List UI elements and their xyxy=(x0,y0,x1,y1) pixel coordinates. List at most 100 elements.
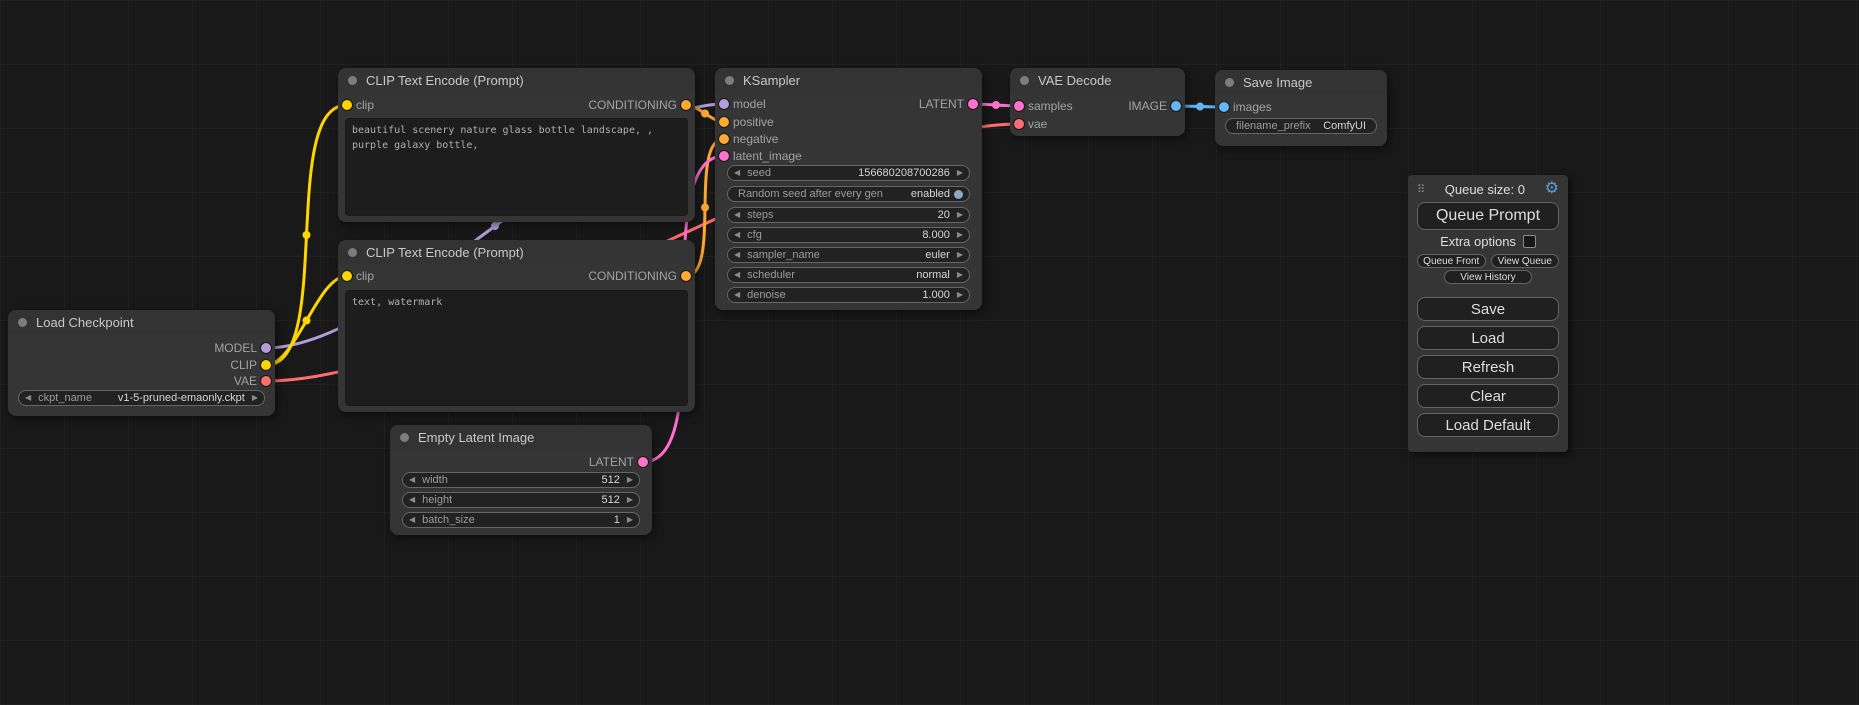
node-load-checkpoint[interactable]: Load Checkpoint MODEL CLIP VAE ◀ ckpt_na… xyxy=(8,310,275,416)
settings-gear-icon[interactable]: ⚙ xyxy=(1545,181,1559,197)
widget-denoise[interactable]: ◀ denoise 1.000 ▶ xyxy=(727,287,970,303)
increment-arrow-icon[interactable]: ▶ xyxy=(957,271,963,279)
input-label-vae: vae xyxy=(1028,117,1047,131)
widget-cfg[interactable]: ◀ cfg 8.000 ▶ xyxy=(727,227,970,243)
toggle-dot[interactable] xyxy=(954,190,963,199)
collapse-dot-icon[interactable] xyxy=(400,433,409,442)
collapse-dot-icon[interactable] xyxy=(348,248,357,257)
collapse-dot-icon[interactable] xyxy=(1225,78,1234,87)
decrement-arrow-icon[interactable]: ◀ xyxy=(409,476,415,484)
increment-arrow-icon[interactable]: ▶ xyxy=(957,231,963,239)
input-port-negative[interactable] xyxy=(719,134,729,144)
node-clip-text-encode-negative[interactable]: CLIP Text Encode (Prompt) clip CONDITION… xyxy=(338,240,695,412)
prompt-textarea[interactable]: text, watermark xyxy=(345,290,688,406)
node-vae-decode[interactable]: VAE Decode samples IMAGE vae xyxy=(1010,68,1185,136)
widget-filename-prefix[interactable]: filename_prefix ComfyUI xyxy=(1225,118,1377,134)
increment-arrow-icon[interactable]: ▶ xyxy=(252,394,258,402)
decrement-arrow-icon[interactable]: ◀ xyxy=(734,211,740,219)
widget-value: 20 xyxy=(938,209,950,221)
collapse-dot-icon[interactable] xyxy=(18,318,27,327)
increment-arrow-icon[interactable]: ▶ xyxy=(627,496,633,504)
extra-options-checkbox[interactable] xyxy=(1523,235,1536,248)
widget-seed[interactable]: ◀ seed 156680208700286 ▶ xyxy=(727,165,970,181)
widget-batch-size[interactable]: ◀ batch_size 1 ▶ xyxy=(402,512,640,528)
node-ksampler[interactable]: KSampler model LATENT positive negative … xyxy=(715,68,982,310)
widget-label: Random seed after every gen xyxy=(738,188,883,200)
decrement-arrow-icon[interactable]: ◀ xyxy=(409,516,415,524)
increment-arrow-icon[interactable]: ▶ xyxy=(627,516,633,524)
save-button[interactable]: Save xyxy=(1417,297,1559,321)
collapse-dot-icon[interactable] xyxy=(725,76,734,85)
output-port-image[interactable] xyxy=(1171,101,1181,111)
collapse-dot-icon[interactable] xyxy=(348,76,357,85)
decrement-arrow-icon[interactable]: ◀ xyxy=(25,394,31,402)
input-slot-latent-image: latent_image xyxy=(715,148,982,164)
decrement-arrow-icon[interactable]: ◀ xyxy=(409,496,415,504)
node-save-image[interactable]: Save Image images filename_prefix ComfyU… xyxy=(1215,70,1387,146)
queue-prompt-button[interactable]: Queue Prompt xyxy=(1417,202,1559,230)
node-header[interactable]: VAE Decode xyxy=(1010,68,1185,92)
widget-sampler-name[interactable]: ◀ sampler_name euler ▶ xyxy=(727,247,970,263)
widget-label: height xyxy=(422,494,452,506)
increment-arrow-icon[interactable]: ▶ xyxy=(957,169,963,177)
input-port-positive[interactable] xyxy=(719,117,729,127)
view-history-button[interactable]: View History xyxy=(1444,270,1532,284)
output-port-conditioning[interactable] xyxy=(681,271,691,281)
widget-value: 8.000 xyxy=(922,229,950,241)
decrement-arrow-icon[interactable]: ◀ xyxy=(734,231,740,239)
drag-handle-icon[interactable]: ⠿ xyxy=(1417,183,1425,196)
load-default-button[interactable]: Load Default xyxy=(1417,413,1559,437)
node-header[interactable]: CLIP Text Encode (Prompt) xyxy=(338,68,695,92)
decrement-arrow-icon[interactable]: ◀ xyxy=(734,291,740,299)
wire-midpoint-dot xyxy=(701,110,709,118)
widget-scheduler[interactable]: ◀ scheduler normal ▶ xyxy=(727,267,970,283)
node-clip-text-encode-positive[interactable]: CLIP Text Encode (Prompt) clip CONDITION… xyxy=(338,68,695,222)
queue-front-button[interactable]: Queue Front xyxy=(1417,254,1486,268)
node-header[interactable]: CLIP Text Encode (Prompt) xyxy=(338,240,695,264)
output-port-vae[interactable] xyxy=(261,376,271,386)
widget-random-seed-toggle[interactable]: Random seed after every gen enabled xyxy=(727,186,970,202)
widget-height[interactable]: ◀ height 512 ▶ xyxy=(402,492,640,508)
comfy-menu-panel[interactable]: ⠿ Queue size: 0 ⚙ Queue Prompt Extra opt… xyxy=(1408,175,1568,452)
widget-value: euler xyxy=(925,249,949,261)
widget-steps[interactable]: ◀ steps 20 ▶ xyxy=(727,207,970,223)
node-graph-canvas[interactable]: Load Checkpoint MODEL CLIP VAE ◀ ckpt_na… xyxy=(0,0,1859,705)
output-slot-conditioning: CONDITIONING xyxy=(338,97,695,113)
decrement-arrow-icon[interactable]: ◀ xyxy=(734,169,740,177)
input-port-latent-image[interactable] xyxy=(719,151,729,161)
increment-arrow-icon[interactable]: ▶ xyxy=(627,476,633,484)
refresh-button[interactable]: Refresh xyxy=(1417,355,1559,379)
output-slot-conditioning: CONDITIONING xyxy=(338,268,695,284)
node-header[interactable]: Empty Latent Image xyxy=(390,425,652,449)
view-queue-button[interactable]: View Queue xyxy=(1491,254,1560,268)
input-port-images[interactable] xyxy=(1219,102,1229,112)
output-port-model[interactable] xyxy=(261,343,271,353)
widget-ckpt-name[interactable]: ◀ ckpt_name v1-5-pruned-emaonly.ckpt ▶ xyxy=(18,390,265,406)
prompt-textarea[interactable]: beautiful scenery nature glass bottle la… xyxy=(345,118,688,216)
increment-arrow-icon[interactable]: ▶ xyxy=(957,211,963,219)
increment-arrow-icon[interactable]: ▶ xyxy=(957,251,963,259)
node-header[interactable]: Save Image xyxy=(1215,70,1387,94)
decrement-arrow-icon[interactable]: ◀ xyxy=(734,251,740,259)
node-title: CLIP Text Encode (Prompt) xyxy=(366,73,524,88)
load-button[interactable]: Load xyxy=(1417,326,1559,350)
output-port-conditioning[interactable] xyxy=(681,100,691,110)
queue-actions-row: Queue Front View Queue xyxy=(1417,254,1559,268)
node-header[interactable]: KSampler xyxy=(715,68,982,92)
widget-value: v1-5-pruned-emaonly.ckpt xyxy=(118,392,245,404)
output-port-latent[interactable] xyxy=(968,99,978,109)
widget-width[interactable]: ◀ width 512 ▶ xyxy=(402,472,640,488)
decrement-arrow-icon[interactable]: ◀ xyxy=(734,271,740,279)
node-header[interactable]: Load Checkpoint xyxy=(8,310,275,334)
node-empty-latent-image[interactable]: Empty Latent Image LATENT ◀ width 512 ▶ … xyxy=(390,425,652,535)
node-title: CLIP Text Encode (Prompt) xyxy=(366,245,524,260)
increment-arrow-icon[interactable]: ▶ xyxy=(957,291,963,299)
clear-button[interactable]: Clear xyxy=(1417,384,1559,408)
input-slot-images: images xyxy=(1215,99,1387,115)
output-port-latent[interactable] xyxy=(638,457,648,467)
widget-label: ckpt_name xyxy=(38,392,92,404)
input-port-vae[interactable] xyxy=(1014,119,1024,129)
output-port-clip[interactable] xyxy=(261,360,271,370)
widget-label: batch_size xyxy=(422,514,475,526)
collapse-dot-icon[interactable] xyxy=(1020,76,1029,85)
